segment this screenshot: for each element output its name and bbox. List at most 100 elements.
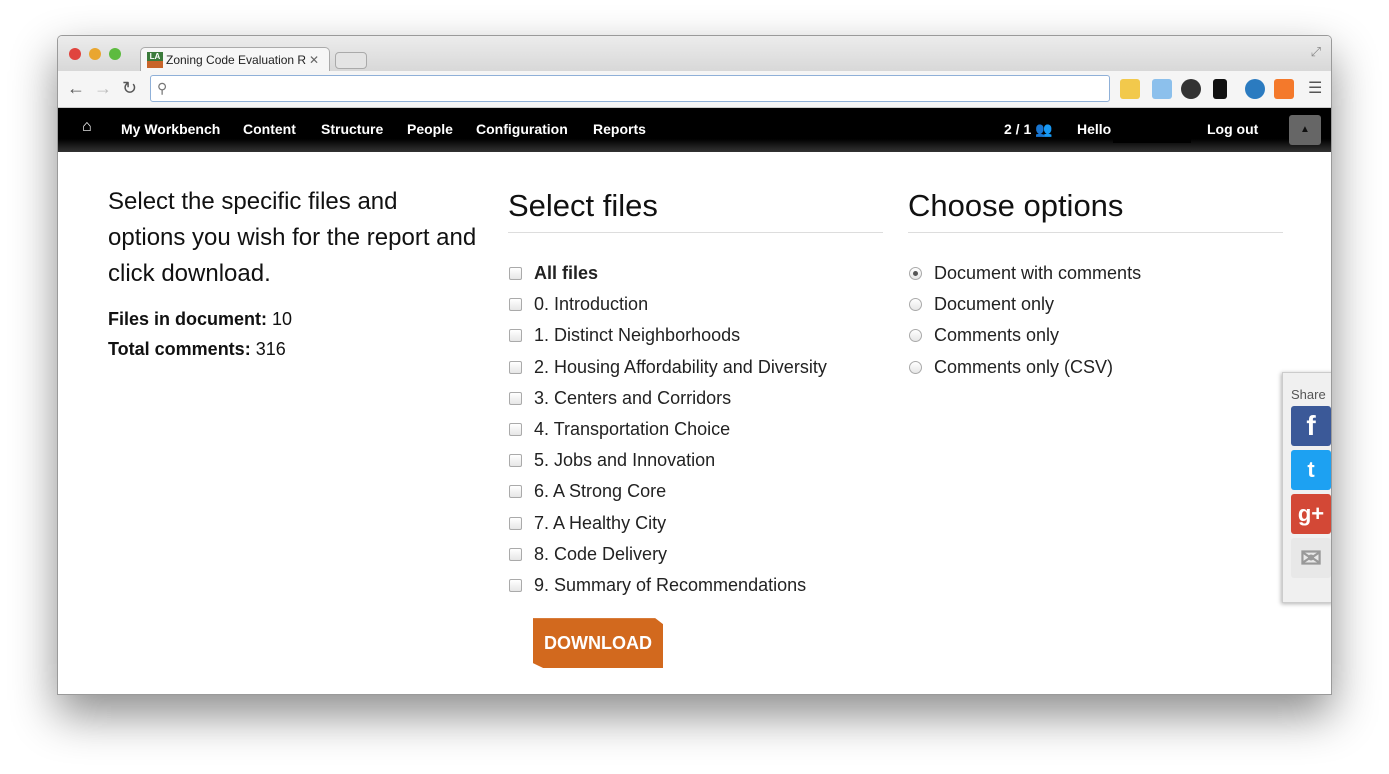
admin-toolbar: ⌂ My Workbench Content Structure People … xyxy=(58,108,1331,152)
checkbox-label: All files xyxy=(534,263,599,283)
radio-label: Comments only (CSV) xyxy=(934,356,1114,377)
radio-label: Document with comments xyxy=(934,263,1142,283)
back-icon[interactable]: ← xyxy=(67,78,85,99)
reload-icon[interactable]: ↻ xyxy=(122,78,137,99)
checkbox[interactable] xyxy=(509,516,522,530)
select-files-heading: Select files xyxy=(508,152,883,233)
select-files-section: Select files All files 0. Introduction 1.… xyxy=(508,152,883,669)
email-icon[interactable]: ✉ xyxy=(1291,538,1331,578)
favicon-icon: LA xyxy=(147,52,163,68)
checkbox-label: 2. Housing Affordability and Diversity xyxy=(534,356,827,377)
checkbox-label: 1. Distinct Neighborhoods xyxy=(534,325,741,346)
browser-toolbar: ← → ↻ ⚲ ☰ xyxy=(58,71,1331,108)
twitter-icon[interactable]: t xyxy=(1291,450,1331,490)
choose-options-section: Choose options Document with comments Doc… xyxy=(908,152,1283,388)
analytics-icon[interactable] xyxy=(1274,79,1294,99)
checkbox[interactable] xyxy=(509,267,522,280)
file-checkbox-item[interactable]: 0. Introduction xyxy=(508,294,883,325)
users-icon: 👥 xyxy=(1035,121,1053,137)
file-checkbox-item[interactable]: 8. Code Delivery xyxy=(508,544,883,575)
checkbox-label: 4. Transportation Choice xyxy=(534,418,731,439)
share-label: Share xyxy=(1291,387,1326,402)
color-picker-icon[interactable] xyxy=(1181,79,1201,99)
checkbox-label: 0. Introduction xyxy=(534,294,649,315)
radio-button[interactable] xyxy=(909,298,922,312)
comments-label: Total comments: xyxy=(108,339,251,359)
checkbox[interactable] xyxy=(509,298,522,312)
nav-content[interactable]: Content xyxy=(243,121,296,137)
extension-icon[interactable] xyxy=(1120,79,1140,99)
option-radio-item[interactable]: Comments only xyxy=(908,325,1283,356)
share-widget: Share f t g+ ✉ xyxy=(1282,372,1331,603)
google-plus-icon[interactable]: g+ xyxy=(1291,494,1331,534)
checkbox-label: 3. Centers and Corridors xyxy=(534,387,732,408)
checkbox[interactable] xyxy=(509,485,522,499)
option-radio-item[interactable]: Document with comments xyxy=(908,263,1283,294)
file-checkbox-item[interactable]: 6. A Strong Core xyxy=(508,481,883,512)
file-checkbox-item[interactable]: 5. Jobs and Innovation xyxy=(508,450,883,481)
fullscreen-icon[interactable]: ⤢ xyxy=(1311,44,1321,60)
radio-label: Comments only xyxy=(934,325,1060,346)
file-checkbox-item[interactable]: 3. Centers and Corridors xyxy=(508,388,883,419)
checkbox[interactable] xyxy=(509,360,522,374)
checkbox-label: 9. Summary of Recommendations xyxy=(534,574,807,595)
option-radio-item[interactable]: Comments only (CSV) xyxy=(908,357,1283,388)
checkbox-label: 6. A Strong Core xyxy=(534,481,667,502)
close-window-button[interactable] xyxy=(69,48,81,60)
option-radio-item[interactable]: Document only xyxy=(908,294,1283,325)
speed-dial-icon[interactable] xyxy=(1152,79,1172,99)
file-checkbox-item[interactable]: 4. Transportation Choice xyxy=(508,419,883,450)
checkbox-label: 5. Jobs and Innovation xyxy=(534,450,716,471)
download-button[interactable]: DOWNLOAD xyxy=(533,618,663,669)
file-checkbox-item[interactable]: 9. Summary of Recommendations xyxy=(508,575,883,606)
address-bar[interactable]: ⚲ xyxy=(150,75,1110,102)
tab-title: Zoning Code Evaluation Re xyxy=(166,53,306,67)
checkbox-label: 8. Code Delivery xyxy=(534,543,668,564)
radio-button[interactable] xyxy=(909,329,922,343)
new-tab-button[interactable] xyxy=(335,52,367,69)
file-checkbox-item[interactable]: 2. Housing Affordability and Diversity xyxy=(508,357,883,388)
checkbox[interactable] xyxy=(509,547,522,561)
page-content: Select the specific files and options yo… xyxy=(58,152,1331,694)
nav-my-workbench[interactable]: My Workbench xyxy=(121,121,220,137)
facebook-icon[interactable]: f xyxy=(1291,406,1331,446)
menu-icon[interactable]: ☰ xyxy=(1308,78,1322,98)
hello-text: Hello xyxy=(1077,121,1112,137)
redacted-username xyxy=(1113,116,1191,143)
nav-reports[interactable]: Reports xyxy=(593,121,646,137)
user-counter[interactable]: 2 / 1 👥 xyxy=(1004,121,1053,138)
intro: Select the specific files and options yo… xyxy=(108,184,478,364)
checkbox[interactable] xyxy=(509,454,522,468)
toolbar-toggle-button[interactable]: ▲ xyxy=(1289,115,1321,145)
radio-label: Document only xyxy=(934,294,1055,315)
search-icon: ⚲ xyxy=(157,80,168,96)
nav-configuration[interactable]: Configuration xyxy=(476,121,568,137)
user-count: 2 / 1 xyxy=(1004,121,1032,137)
nav-structure[interactable]: Structure xyxy=(321,121,383,137)
radio-button[interactable] xyxy=(909,360,922,374)
forward-icon[interactable]: → xyxy=(94,78,112,99)
choose-options-heading: Choose options xyxy=(908,152,1283,233)
logout-link[interactable]: Log out xyxy=(1207,121,1258,137)
nav-people[interactable]: People xyxy=(407,121,453,137)
browser-window: LA Zoning Code Evaluation Re ✕ ⤢ ← → ↻ ⚲… xyxy=(57,35,1332,695)
checkbox[interactable] xyxy=(509,329,522,343)
window-controls xyxy=(69,48,121,60)
checkbox[interactable] xyxy=(509,391,522,405)
checkbox[interactable] xyxy=(509,422,522,436)
owl-icon[interactable] xyxy=(1213,79,1227,99)
drupal-icon[interactable] xyxy=(1245,79,1265,99)
close-tab-icon[interactable]: ✕ xyxy=(309,53,319,67)
checkbox[interactable] xyxy=(509,578,522,592)
tab-strip: LA Zoning Code Evaluation Re ✕ ⤢ xyxy=(58,36,1331,72)
maximize-window-button[interactable] xyxy=(109,48,121,60)
file-checkbox-all[interactable]: All files xyxy=(508,263,883,294)
files-label: Files in document: xyxy=(108,309,268,329)
home-icon[interactable]: ⌂ xyxy=(82,118,92,136)
file-checkbox-item[interactable]: 1. Distinct Neighborhoods xyxy=(508,325,883,356)
intro-text: Select the specific files and options yo… xyxy=(108,188,477,287)
browser-tab[interactable]: LA Zoning Code Evaluation Re ✕ xyxy=(140,47,330,72)
radio-button[interactable] xyxy=(909,267,922,280)
file-checkbox-item[interactable]: 7. A Healthy City xyxy=(508,513,883,544)
minimize-window-button[interactable] xyxy=(89,48,101,60)
